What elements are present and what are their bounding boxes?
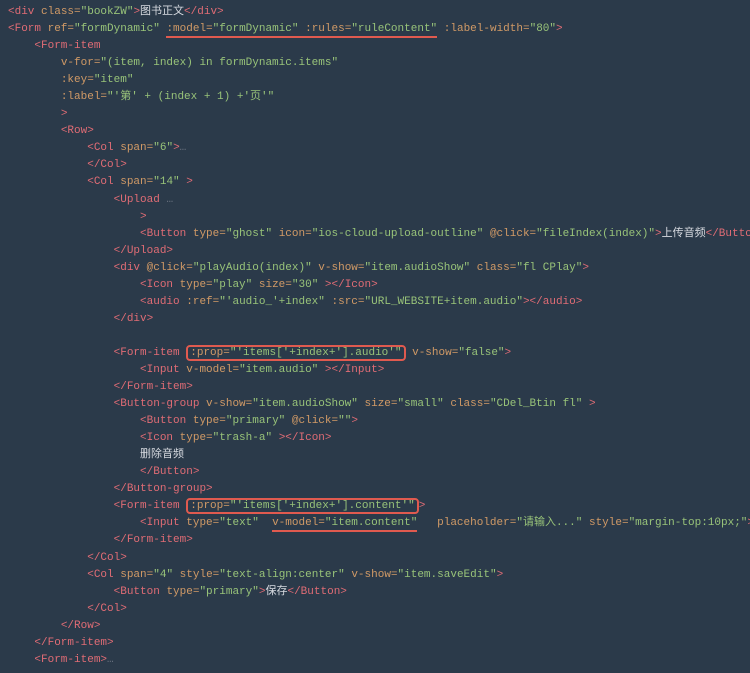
annotation-underline: :model="formDynamic" :rules="ruleContent… bbox=[166, 23, 437, 38]
tag: <div bbox=[114, 262, 147, 274]
annotation-box-audio: :prop="'items['+index+'].audio'" bbox=[186, 345, 405, 361]
tag: </Button> bbox=[140, 466, 199, 478]
attr: span= bbox=[120, 176, 153, 188]
fold-icon[interactable]: … bbox=[160, 194, 173, 206]
tag: <Col bbox=[87, 176, 120, 188]
tag: <Form-item bbox=[34, 40, 100, 52]
str: "6" bbox=[153, 142, 173, 154]
text: 图书正文 bbox=[140, 6, 184, 18]
str: "formDynamic" bbox=[74, 23, 160, 35]
tag: </Col> bbox=[87, 159, 127, 171]
attr: :label-width= bbox=[444, 23, 530, 35]
tag: > bbox=[140, 211, 147, 223]
str: "14" bbox=[153, 176, 179, 188]
str: "bookZW" bbox=[81, 6, 134, 18]
tag: <div bbox=[8, 6, 41, 18]
tag: <Row> bbox=[61, 125, 94, 137]
tag: </div> bbox=[114, 313, 154, 325]
tag: <Form-item> bbox=[34, 654, 107, 666]
text: 删除音频 bbox=[140, 449, 184, 461]
tag: <Col bbox=[87, 142, 120, 154]
attr: ref= bbox=[48, 23, 74, 35]
tag: </Form-item> bbox=[114, 381, 193, 393]
tag: </Upload> bbox=[114, 245, 173, 257]
attr: :label= bbox=[61, 91, 107, 103]
annotation-box-content: :prop="'items['+index+'].content'" bbox=[186, 498, 418, 514]
tag: </Col> bbox=[87, 552, 127, 564]
attr: span= bbox=[120, 142, 153, 154]
str: "item" bbox=[94, 74, 134, 86]
attr: v-for= bbox=[61, 57, 101, 69]
str: "(item, index) in formDynamic.items" bbox=[100, 57, 338, 69]
str: "'第' + (index + 1) +'页'" bbox=[107, 91, 274, 103]
tag: <Upload bbox=[114, 194, 160, 206]
code-editor[interactable]: <div class="bookZW">图书正文</div> <Form ref… bbox=[0, 0, 750, 673]
attr: class= bbox=[41, 6, 81, 18]
tag: > bbox=[61, 108, 68, 120]
attr: :key= bbox=[61, 74, 94, 86]
tag: </Form-item> bbox=[34, 637, 113, 649]
fold-icon[interactable]: … bbox=[107, 654, 114, 666]
str: "80" bbox=[530, 23, 556, 35]
tag: </Col> bbox=[87, 603, 127, 615]
annotation-underline: v-model="item.content" bbox=[272, 517, 417, 532]
tag: <Form-item bbox=[114, 347, 187, 359]
tag: </Form-item> bbox=[114, 534, 193, 546]
tag: </Button-group> bbox=[114, 483, 213, 495]
tag: </div> bbox=[184, 6, 224, 18]
tag: <Form bbox=[8, 23, 48, 35]
tag: <Button bbox=[140, 228, 193, 240]
tag: </Row> bbox=[61, 620, 101, 632]
fold-icon[interactable]: … bbox=[180, 142, 187, 154]
